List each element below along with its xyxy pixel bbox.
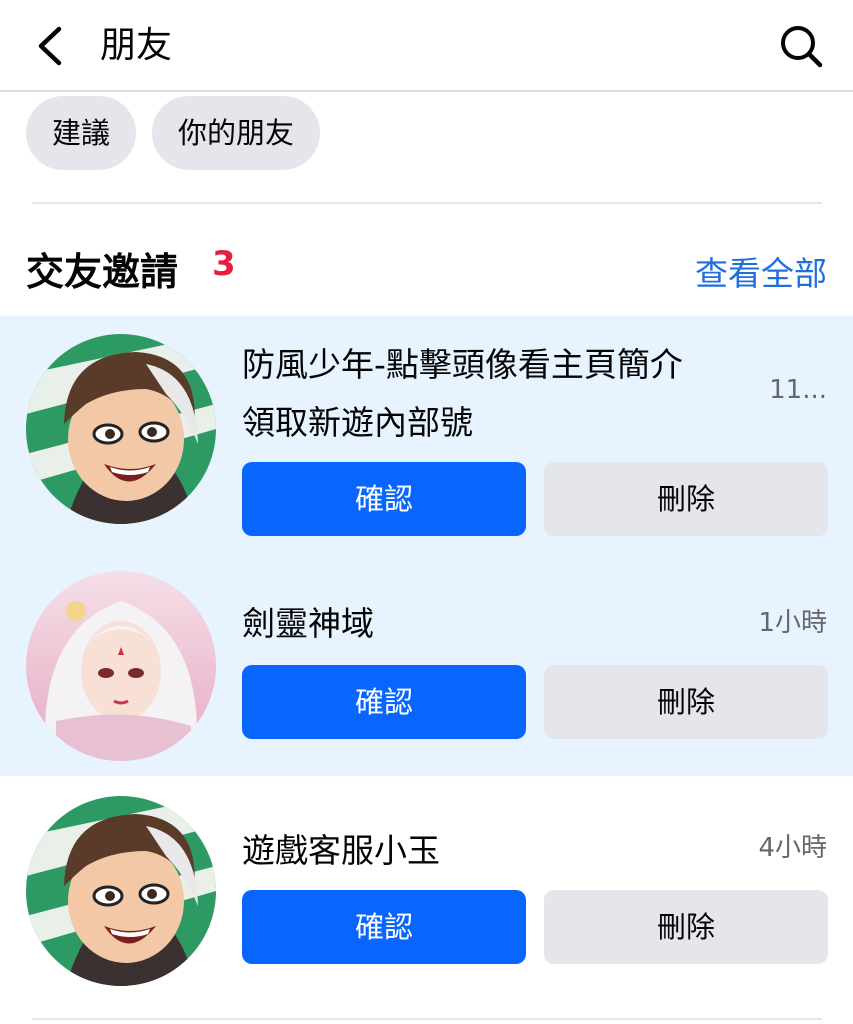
requester-name[interactable]: 遊戲客服小玉 — [242, 824, 440, 878]
bottom-divider — [32, 1018, 822, 1020]
request-time: 1小時 — [758, 608, 827, 638]
chip-your-friends[interactable]: 你的朋友 — [152, 96, 321, 170]
requester-name[interactable]: 防風少年-點擊頭像看主頁簡介 — [242, 338, 683, 392]
chip-suggestions[interactable]: 建議 — [26, 96, 137, 170]
friend-request-item[interactable]: 劍靈神域 1小時 確認 刪除 — [0, 545, 853, 776]
page-title: 朋友 — [100, 25, 173, 66]
friend-request-item[interactable]: 防風少年-點擊頭像看主頁簡介 領取新遊內部號 11... 確認 刪除 — [0, 316, 853, 545]
delete-button[interactable]: 刪除 — [544, 890, 828, 964]
confirm-button[interactable]: 確認 — [242, 462, 526, 536]
delete-button[interactable]: 刪除 — [544, 665, 828, 739]
see-all-link[interactable]: 查看全部 — [695, 250, 827, 298]
requester-name[interactable]: 劍靈神域 — [242, 597, 374, 651]
request-time: 4小時 — [758, 833, 827, 863]
requester-name-line2[interactable]: 領取新遊內部號 — [242, 396, 473, 450]
section-title: 交友邀請 — [26, 250, 179, 294]
confirm-button[interactable]: 確認 — [242, 665, 526, 739]
anime-girl-avatar[interactable] — [26, 571, 216, 761]
delete-button[interactable]: 刪除 — [544, 462, 828, 536]
anime-boy-avatar[interactable] — [26, 334, 216, 524]
filter-chips: 建議 你的朋友 — [26, 96, 321, 170]
anime-boy-avatar[interactable] — [26, 796, 216, 986]
request-time: 11... — [769, 375, 827, 405]
search-button[interactable] — [773, 18, 829, 74]
section-divider — [32, 202, 822, 204]
chevron-left-icon — [38, 26, 62, 66]
top-bar: 朋友 — [0, 0, 853, 92]
confirm-button[interactable]: 確認 — [242, 890, 526, 964]
friend-request-item[interactable]: 遊戲客服小玉 4小時 確認 刪除 — [0, 776, 853, 1006]
search-icon — [781, 26, 823, 68]
back-button[interactable] — [24, 18, 76, 74]
request-count-badge: 3 — [212, 244, 236, 284]
